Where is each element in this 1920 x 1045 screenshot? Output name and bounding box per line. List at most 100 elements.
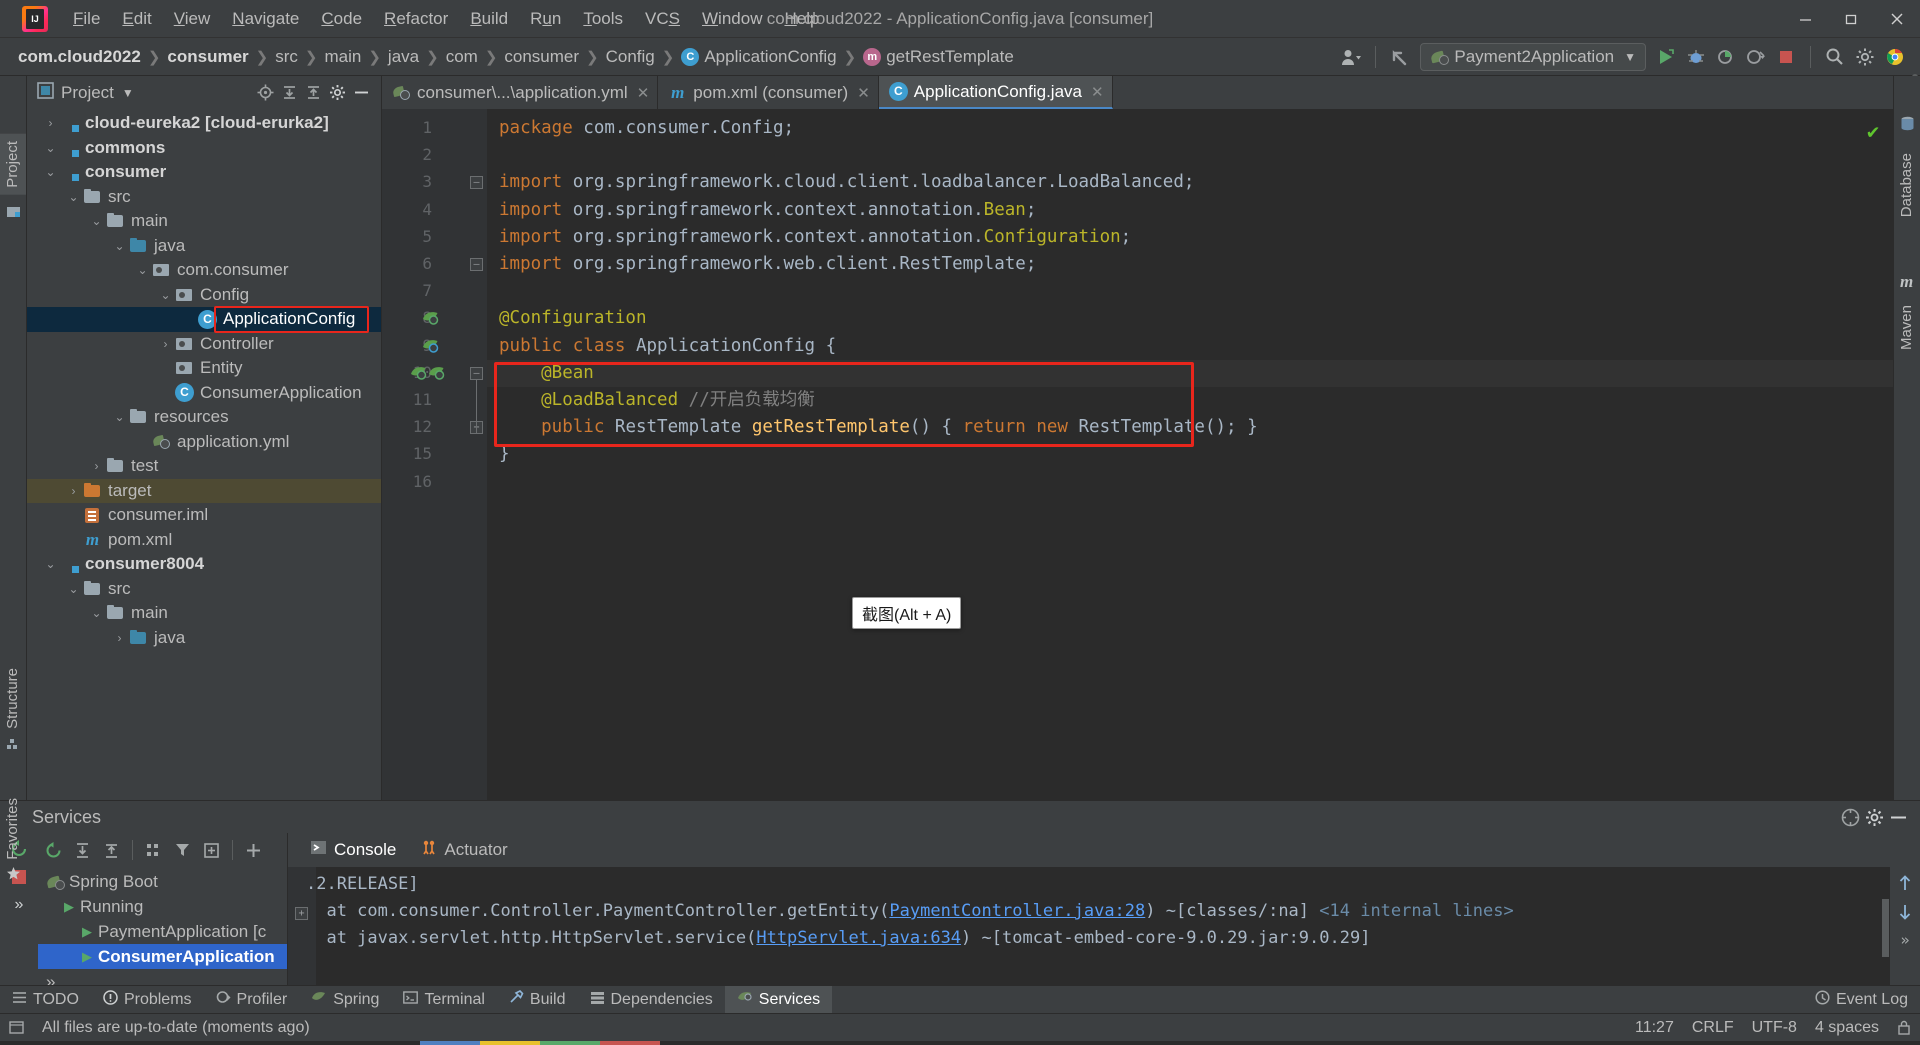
settings-icon[interactable] <box>1850 42 1880 72</box>
locate-icon[interactable] <box>253 81 277 105</box>
tree-item-java[interactable]: ⌄ java <box>27 234 381 259</box>
console-output[interactable]: + .2.RELEASE] at com.consumer.Controller… <box>288 867 1920 985</box>
chevron-right-icon[interactable]: › <box>110 626 129 650</box>
status-indent[interactable]: 4 spaces <box>1806 1019 1888 1037</box>
code-line-5[interactable]: import org.springframework.context.annot… <box>487 224 1893 251</box>
tree-item-src[interactable]: ⌄ src <box>27 577 381 602</box>
tree-item-resources[interactable]: ⌄ resources <box>27 405 381 430</box>
menu-item-run[interactable]: Run <box>519 6 572 32</box>
chevron-right-icon[interactable]: › <box>64 479 83 503</box>
chevron-down-icon[interactable]: ▼ <box>122 86 134 100</box>
hide-panel-icon[interactable] <box>1886 805 1910 829</box>
breadcrumb-item-3[interactable]: main <box>324 47 361 67</box>
menu-item-code[interactable]: Code <box>310 6 373 32</box>
chevron-right-icon[interactable]: › <box>41 111 60 135</box>
filter-icon[interactable] <box>169 837 196 864</box>
coverage-icon[interactable] <box>1711 42 1741 72</box>
help-icon[interactable] <box>1838 805 1862 829</box>
event-log-button[interactable]: Event Log <box>1803 986 1920 1014</box>
tree-item-consumerapplication[interactable]: C ConsumerApplication <box>27 381 381 406</box>
bottom-button-build[interactable]: Build <box>497 986 578 1014</box>
collapse-all-icon[interactable] <box>98 837 125 864</box>
scroll-up-icon[interactable] <box>1895 873 1915 898</box>
tree-item-application-yml[interactable]: application.yml <box>27 430 381 455</box>
spring-bean-icon[interactable] <box>422 310 439 331</box>
menu-item-help[interactable]: Help <box>773 6 830 32</box>
close-icon[interactable]: ✕ <box>637 84 650 102</box>
more-actions-icon[interactable]: » <box>6 892 32 918</box>
code-line-12[interactable]: public RestTemplate getRestTemplate() { … <box>487 414 1893 441</box>
menu-item-build[interactable]: Build <box>459 6 519 32</box>
tree-item-pom-xml[interactable]: m pom.xml <box>27 528 381 553</box>
tree-item-test[interactable]: › test <box>27 454 381 479</box>
user-avatar-icon[interactable] <box>1336 42 1366 72</box>
bottom-button-todo[interactable]: TODO <box>0 986 91 1014</box>
chevron-down-icon[interactable]: ⌄ <box>156 283 175 307</box>
editor-tab-application-yml[interactable]: consumer\...\application.yml ✕ <box>382 76 659 109</box>
menu-item-vcs[interactable]: VCS <box>634 6 691 32</box>
internal-lines-link[interactable]: <14 internal lines> <box>1319 901 1513 921</box>
services-tree-item[interactable]: ▶ PaymentApplication [c <box>38 919 287 944</box>
breadcrumb-item-4[interactable]: java <box>388 47 419 67</box>
stop-icon[interactable] <box>1771 42 1801 72</box>
rail-tab-maven[interactable]: Maven <box>1893 298 1920 357</box>
code-line-1[interactable]: package com.consumer.Config; <box>487 115 1893 142</box>
stacktrace-link[interactable]: HttpServlet.java:634 <box>756 928 961 948</box>
code-line-15[interactable]: } <box>487 441 1893 468</box>
search-everywhere-icon[interactable] <box>1820 42 1850 72</box>
profiler-icon[interactable] <box>1741 42 1771 72</box>
code-line-8[interactable]: @Configuration <box>487 305 1893 332</box>
close-icon[interactable]: ✕ <box>1091 83 1104 101</box>
scroll-down-icon[interactable] <box>1895 902 1915 927</box>
code-line-9[interactable]: public class ApplicationConfig { <box>487 333 1893 360</box>
tree-item-consumer-iml[interactable]: consumer.iml <box>27 503 381 528</box>
breadcrumb-item-1[interactable]: consumer <box>167 47 248 67</box>
chrome-browser-icon[interactable] <box>1880 42 1910 72</box>
navigate-icon[interactable] <box>410 365 427 386</box>
rail-tab-project[interactable]: Project <box>0 134 26 195</box>
bottom-button-dependencies[interactable]: Dependencies <box>578 986 725 1014</box>
tree-item-main[interactable]: ⌄ main <box>27 209 381 234</box>
tree-item-config[interactable]: ⌄ Config <box>27 283 381 308</box>
chevron-down-icon[interactable]: ⌄ <box>87 209 106 233</box>
services-tree-item[interactable]: Spring Boot <box>38 869 287 894</box>
bottom-button-terminal[interactable]: Terminal <box>391 986 496 1014</box>
run-configuration-selector[interactable]: Payment2Application ▼ <box>1420 42 1646 71</box>
tree-item-cloud-eureka2-cloud-erurka2[interactable]: › cloud-eureka2 [cloud-erurka2] <box>27 111 381 136</box>
tab-console[interactable]: Console <box>298 833 408 867</box>
breadcrumb-item-0[interactable]: com.cloud2022 <box>18 47 141 67</box>
editor-tab-application-config[interactable]: C ApplicationConfig.java ✕ <box>878 76 1113 109</box>
code-editor[interactable]: 1234567891011121516–––+ package com.cons… <box>382 109 1893 800</box>
rail-tab-favorites[interactable]: Favorites <box>0 791 26 867</box>
chevron-down-icon[interactable]: ⌄ <box>64 185 83 209</box>
spring-config-icon[interactable] <box>422 338 439 359</box>
code-line-6[interactable]: import org.springframework.web.client.Re… <box>487 251 1893 278</box>
back-arrow-icon[interactable] <box>1385 42 1415 72</box>
group-icon[interactable] <box>140 837 167 864</box>
spring-bean-icon[interactable] <box>428 365 445 386</box>
bottom-button-spring[interactable]: Spring <box>299 986 391 1014</box>
project-tree[interactable]: › cloud-eureka2 [cloud-erurka2] ⌄ commons ⌄ c… <box>27 109 381 800</box>
services-tree-item[interactable]: ▶ ConsumerApplication <box>38 944 287 969</box>
breadcrumb-item-7[interactable]: Config <box>606 47 655 67</box>
minimize-button[interactable] <box>1782 0 1828 38</box>
breadcrumb-item-8[interactable]: C ApplicationConfig <box>681 47 837 67</box>
chevron-right-icon[interactable]: › <box>156 332 175 356</box>
collapse-all-icon[interactable] <box>277 81 301 105</box>
editor-tab-pom-xml[interactable]: m pom.xml (consumer) ✕ <box>658 76 879 109</box>
tree-item-applicationconfig[interactable]: C ApplicationConfig <box>27 307 381 332</box>
tree-item-entity[interactable]: Entity <box>27 356 381 381</box>
rail-tab-database[interactable]: Database <box>1893 146 1920 224</box>
bottom-button-services[interactable]: Services <box>724 985 833 1014</box>
soft-wrap-icon[interactable]: » <box>1900 931 1909 949</box>
status-line-separator[interactable]: CRLF <box>1683 1019 1743 1037</box>
bottom-button-profiler[interactable]: Profiler <box>204 986 300 1014</box>
bottom-button-problems[interactable]: Problems <box>91 986 204 1014</box>
hide-panel-icon[interactable] <box>349 81 373 105</box>
menu-item-file[interactable]: File <box>62 6 111 32</box>
fold-collapse-icon[interactable]: – <box>470 176 483 190</box>
console-scrollbar[interactable] <box>1882 899 1889 957</box>
breadcrumb-item-6[interactable]: consumer <box>504 47 579 67</box>
tree-item-com-consumer[interactable]: ⌄ com.consumer <box>27 258 381 283</box>
expand-all-icon[interactable] <box>69 837 96 864</box>
